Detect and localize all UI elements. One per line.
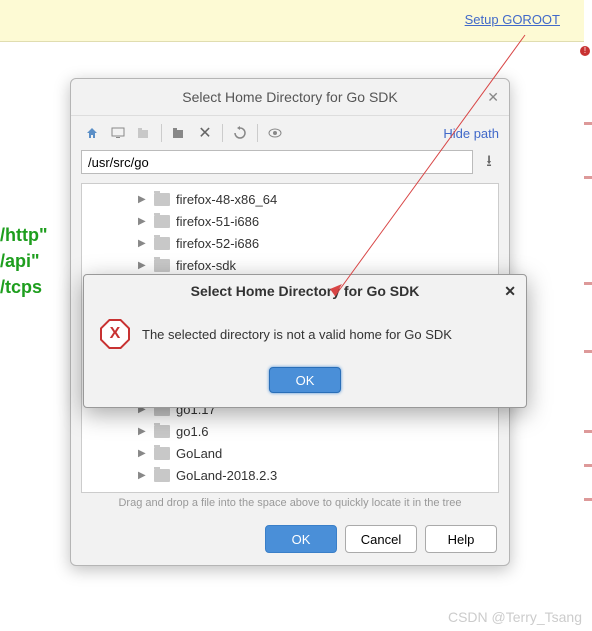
dialog-title: Select Home Directory for Go SDK ✕ bbox=[71, 79, 509, 116]
alert-ok-button[interactable]: OK bbox=[269, 367, 341, 393]
home-icon[interactable] bbox=[81, 122, 103, 144]
tree-item[interactable]: ▶ firefox-52-i686 bbox=[82, 232, 498, 254]
hide-path-link[interactable]: Hide path bbox=[443, 126, 499, 141]
tree-item[interactable]: ▶ GoLand bbox=[82, 442, 498, 464]
drag-drop-hint: Drag and drop a file into the space abov… bbox=[71, 493, 509, 517]
project-icon[interactable] bbox=[133, 122, 155, 144]
show-hidden-icon[interactable] bbox=[264, 122, 286, 144]
folder-icon bbox=[154, 447, 170, 460]
error-icon: X bbox=[100, 319, 130, 349]
folder-icon bbox=[154, 259, 170, 272]
folder-icon bbox=[154, 193, 170, 206]
tree-item-label: firefox-48-x86_64 bbox=[176, 192, 277, 207]
tree-item-label: firefox-52-i686 bbox=[176, 236, 259, 251]
expand-arrow-icon[interactable]: ▶ bbox=[138, 260, 150, 271]
folder-icon bbox=[154, 215, 170, 228]
alert-message: The selected directory is not a valid ho… bbox=[142, 327, 452, 342]
tree-item[interactable]: ▶ firefox-51-i686 bbox=[82, 210, 498, 232]
folder-icon bbox=[154, 425, 170, 438]
tree-item[interactable]: ▶ firefox-sdk bbox=[82, 254, 498, 276]
ok-button[interactable]: OK bbox=[265, 525, 337, 553]
tree-item[interactable]: ▶ GoLand-2018.2.3 bbox=[82, 464, 498, 486]
error-alert-dialog: Select Home Directory for Go SDK ✕ X The… bbox=[83, 274, 527, 408]
dialog-toolbar: ✕ Hide path bbox=[71, 116, 509, 150]
close-icon[interactable]: ✕ bbox=[504, 283, 516, 300]
expand-arrow-icon[interactable]: ▶ bbox=[138, 426, 150, 437]
cancel-button[interactable]: Cancel bbox=[345, 525, 417, 553]
tree-item-label: go1.6 bbox=[176, 424, 209, 439]
folder-icon bbox=[154, 237, 170, 250]
tree-item-label: firefox-sdk bbox=[176, 258, 236, 273]
expand-arrow-icon[interactable]: ▶ bbox=[138, 448, 150, 459]
notification-banner: Setup GOROOT bbox=[0, 0, 584, 42]
expand-arrow-icon[interactable]: ▶ bbox=[138, 216, 150, 227]
setup-goroot-link[interactable]: Setup GOROOT bbox=[465, 12, 560, 27]
desktop-icon[interactable] bbox=[107, 122, 129, 144]
expand-arrow-icon[interactable]: ▶ bbox=[138, 238, 150, 249]
help-button[interactable]: Help bbox=[425, 525, 497, 553]
tree-item[interactable]: ▶ go1.6 bbox=[82, 420, 498, 442]
tree-item[interactable]: ▶ firefox-48-x86_64 bbox=[82, 188, 498, 210]
path-input[interactable] bbox=[81, 150, 473, 174]
delete-icon[interactable]: ✕ bbox=[194, 122, 216, 144]
tree-item-label: GoLand-2018.2.3 bbox=[176, 468, 277, 483]
refresh-icon[interactable] bbox=[229, 122, 251, 144]
gutter-marks bbox=[584, 0, 592, 631]
folder-icon bbox=[154, 469, 170, 482]
new-folder-icon[interactable] bbox=[168, 122, 190, 144]
watermark: CSDN @Terry_Tsang bbox=[448, 609, 582, 625]
background-code: /http" /api" /tcps bbox=[0, 222, 48, 300]
expand-arrow-icon[interactable]: ▶ bbox=[138, 470, 150, 481]
close-icon[interactable]: ✕ bbox=[487, 89, 499, 106]
tree-item-label: firefox-51-i686 bbox=[176, 214, 259, 229]
alert-title: Select Home Directory for Go SDK ✕ bbox=[84, 275, 526, 307]
expand-arrow-icon[interactable]: ▶ bbox=[138, 194, 150, 205]
tree-item-label: GoLand bbox=[176, 446, 222, 461]
history-icon[interactable]: ⭳ bbox=[479, 150, 499, 177]
